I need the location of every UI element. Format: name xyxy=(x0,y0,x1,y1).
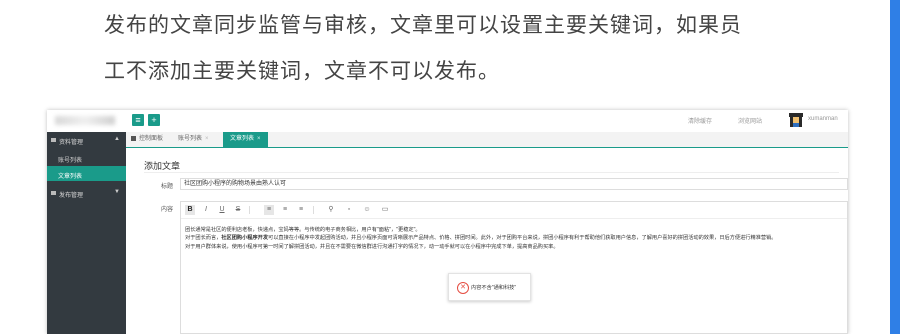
image-icon[interactable]: ▭ xyxy=(380,205,390,215)
sidebar-group-label: 发布管理 xyxy=(59,193,84,199)
editor-body[interactable]: 团长通常是社区的便利店老板，快递点，宝妈等等。与传统的电子商务相比，用户有"面粘… xyxy=(185,226,840,251)
sidebar-item-account-list[interactable]: 账号列表 xyxy=(47,150,126,165)
editor-toolbar: B I U S ≡ ≡ ≡ ⚲ ▫ ☺ ▭ xyxy=(181,202,847,219)
paragraph: 团长通常是社区的便利店老板，快递点，宝妈等等。与传统的电子商务相比，用户有"面粘… xyxy=(185,227,421,233)
title-label: 标题 xyxy=(161,184,174,190)
sidebar-group-label: 资料管理 xyxy=(59,140,84,146)
paragraph: 对于用户群体来说，使用小程序可第一时间了解拼团活动，并且在不需要在微信群进行沟通… xyxy=(185,243,559,250)
error-toast: ✕ 内容不含"通和科技" xyxy=(448,273,531,301)
top-navbar: ≡ + 清除缓存 浏览网站 xumanman xyxy=(47,110,848,133)
home-icon xyxy=(131,135,136,141)
sidebar: 资料管理 ▲ 账号列表 文章列表 发布管理 ▼ xyxy=(47,132,126,334)
sidebar-item-label: 文章列表 xyxy=(58,174,83,180)
content-label: 内容 xyxy=(161,207,174,213)
link-icon[interactable]: ⚲ xyxy=(326,205,336,215)
username-label[interactable]: xumanman xyxy=(808,116,838,122)
toast-message: 内容不含"通和科技" xyxy=(471,285,517,291)
error-icon: ✕ xyxy=(457,282,469,294)
clear-cache-link[interactable]: 清除缓存 xyxy=(688,116,712,125)
paragraph-text: 可以直接在小程序中发起团购活动，并且小程序页面可清晰展示产品特点、价格、拼团时间… xyxy=(268,235,777,242)
main-content: 添加文章 标题 社区团购小程序的购物场景由熟人认可 内容 B I U S ≡ ≡… xyxy=(126,148,848,334)
sidebar-item-label: 账号列表 xyxy=(58,158,83,164)
align-left-icon[interactable]: ≡ xyxy=(264,205,274,215)
tab-label: 控制面板 xyxy=(139,136,164,142)
user-avatar-icon[interactable] xyxy=(788,112,804,128)
grid-icon xyxy=(51,138,56,142)
caption-line-2: 工不添加主要关键词，文章不可以发布。 xyxy=(104,59,500,83)
sidebar-group-data-management[interactable]: 资料管理 ▲ xyxy=(47,132,126,148)
close-icon[interactable]: × xyxy=(205,136,209,142)
tab-account-list[interactable]: 账号列表 × xyxy=(178,132,209,147)
bold-button[interactable]: B xyxy=(185,205,195,215)
align-center-icon[interactable]: ≡ xyxy=(280,205,290,215)
strikethrough-button[interactable]: S xyxy=(233,205,243,215)
caption-line-1: 发布的文章同步监管与审核，文章里可以设置主要关键词，如果员 xyxy=(104,13,742,37)
toolbar-separator xyxy=(313,206,314,214)
sidebar-item-article-list[interactable]: 文章列表 xyxy=(47,166,126,181)
code-icon[interactable]: ▫ xyxy=(344,205,354,215)
tab-label: 文章列表 xyxy=(230,136,255,142)
paragraph-text: 对于团长而言， xyxy=(185,235,222,242)
tab-dashboard[interactable]: 控制面板 xyxy=(131,132,163,147)
add-button[interactable]: + xyxy=(148,114,160,126)
paragraph-bold-text: 社区团购小程序开发 xyxy=(221,235,269,242)
caption-text: 发布的文章同步监管与审核，文章里可以设置主要关键词，如果员 工不添加主要关键词，… xyxy=(104,2,884,94)
chevron-up-icon: ▲ xyxy=(114,136,120,142)
menu-toggle-button[interactable]: ≡ xyxy=(132,114,144,126)
page-edge-bar xyxy=(890,0,900,334)
browse-site-link[interactable]: 浏览网站 xyxy=(738,116,762,125)
sidebar-group-publish-management[interactable]: 发布管理 ▼ xyxy=(47,185,126,201)
tab-bar: 控制面板 账号列表 × 文章列表 × xyxy=(126,132,848,148)
page-title: 添加文章 xyxy=(144,161,181,171)
close-icon[interactable]: × xyxy=(257,136,261,142)
toolbar-separator xyxy=(249,206,250,214)
admin-screenshot: ≡ + 清除缓存 浏览网站 xumanman 资料管理 ▲ 账号列表 文章列表 … xyxy=(47,110,848,334)
blurred-logo xyxy=(55,116,115,125)
paragraph: 对于团长而言，社区团购小程序开发可以直接在小程序中发起团购活动，并且小程序页面可… xyxy=(185,234,840,242)
divider xyxy=(144,172,839,173)
title-input[interactable]: 社区团购小程序的购物场景由熟人认可 xyxy=(180,178,848,190)
tab-article-list[interactable]: 文章列表 × xyxy=(223,132,268,147)
tab-label: 账号列表 xyxy=(178,136,203,142)
chevron-down-icon: ▼ xyxy=(114,189,120,195)
align-right-icon[interactable]: ≡ xyxy=(296,205,306,215)
emoji-icon[interactable]: ☺ xyxy=(362,205,372,215)
underline-button[interactable]: U xyxy=(217,205,227,215)
grid-icon xyxy=(51,191,56,195)
italic-button[interactable]: I xyxy=(201,205,211,215)
rich-text-editor[interactable]: B I U S ≡ ≡ ≡ ⚲ ▫ ☺ ▭ 团长通常是社区的便利店老板，快递点，… xyxy=(180,201,848,334)
